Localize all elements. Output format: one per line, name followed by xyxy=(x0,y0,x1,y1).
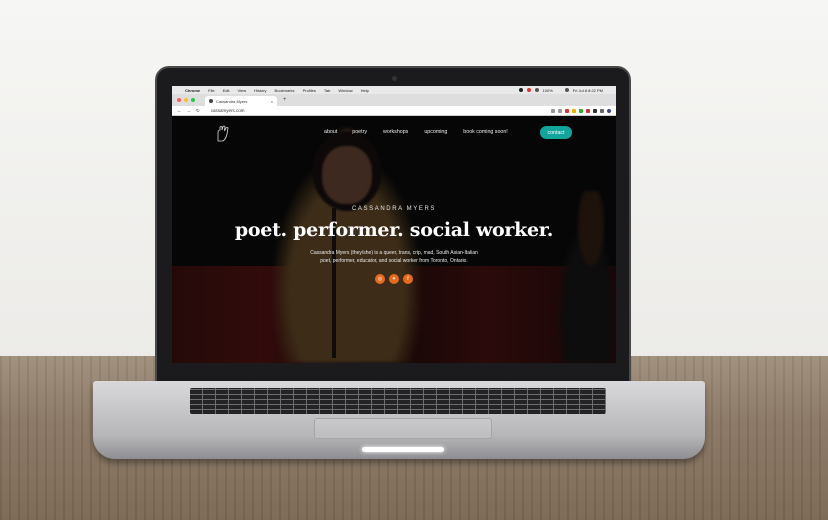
hero-bio: Cassandra Myers (they/she) is a queer, t… xyxy=(310,250,478,265)
menu-view[interactable]: View xyxy=(237,88,246,93)
close-tab-icon[interactable]: × xyxy=(271,99,273,104)
menu-bookmarks[interactable]: Bookmarks xyxy=(275,88,295,93)
menu-profiles[interactable]: Profiles xyxy=(303,88,316,93)
social-links: ◎ ✦ f xyxy=(172,273,616,284)
forward-icon[interactable]: → xyxy=(187,108,192,113)
browser-tab[interactable]: Cassandra Myers × xyxy=(205,96,277,106)
status-icons: 100% Fri Jul 8 8:22 PM xyxy=(518,87,611,93)
status-icon[interactable] xyxy=(526,88,531,92)
webcam xyxy=(392,76,397,81)
mac-menu-bar: Chrome File Edit View History Bookmarks … xyxy=(172,86,616,94)
menu-help[interactable]: Help xyxy=(361,88,369,93)
laptop-trackpad xyxy=(314,418,492,439)
extension-icon[interactable] xyxy=(579,108,583,113)
close-window-icon[interactable] xyxy=(177,98,181,102)
reload-icon[interactable]: ↻ xyxy=(196,108,200,114)
instagram-icon[interactable]: ◎ xyxy=(375,273,385,284)
extension-icon[interactable] xyxy=(593,108,597,113)
nav-poetry[interactable]: poetry xyxy=(352,129,367,135)
back-icon[interactable]: ← xyxy=(177,108,182,113)
window-controls xyxy=(177,98,195,102)
menu-edit[interactable]: Edit xyxy=(223,88,230,93)
tab-title: Cassandra Myers xyxy=(216,98,248,104)
nav-about[interactable]: about xyxy=(324,129,337,135)
menu-file[interactable]: File xyxy=(208,88,214,93)
extension-icon[interactable] xyxy=(586,108,590,113)
extension-icon[interactable] xyxy=(572,108,576,113)
menu-tab[interactable]: Tab xyxy=(324,88,330,93)
twitter-icon[interactable]: ✦ xyxy=(389,273,399,284)
site-logo-icon[interactable] xyxy=(216,125,230,142)
new-tab-button[interactable]: + xyxy=(283,97,287,103)
menu-history[interactable]: History xyxy=(254,88,266,93)
menu-window[interactable]: Window xyxy=(338,88,352,93)
laptop-keyboard xyxy=(190,388,606,414)
clock[interactable]: Fri Jul 8 8:22 PM xyxy=(573,88,603,93)
browser-tab-bar: Cassandra Myers × + xyxy=(172,94,616,106)
bookmark-star-icon[interactable] xyxy=(558,108,562,113)
extension-icon[interactable] xyxy=(565,108,569,113)
minimize-window-icon[interactable] xyxy=(184,98,188,102)
hero-eyebrow: CASSANDRA MYERS xyxy=(351,206,436,212)
hero-section: CASSANDRA MYERS poet. performer. social … xyxy=(172,206,616,284)
extension-icons xyxy=(551,108,611,113)
nav-workshops[interactable]: workshops xyxy=(383,129,408,135)
contact-button[interactable]: contact xyxy=(540,126,572,139)
hinge-reflection xyxy=(362,447,444,452)
nav-book[interactable]: book coming soon! xyxy=(463,129,507,135)
status-icon[interactable] xyxy=(534,88,539,92)
website-page: about poetry workshops upcoming book com… xyxy=(172,116,616,363)
hero-headline: poet. performer. social worker. xyxy=(234,219,554,241)
status-icon[interactable] xyxy=(518,88,523,92)
share-icon[interactable] xyxy=(551,108,555,113)
facebook-icon[interactable]: f xyxy=(403,273,413,284)
extensions-puzzle-icon[interactable] xyxy=(600,108,604,113)
laptop-screen: Chrome File Edit View History Bookmarks … xyxy=(172,86,616,363)
site-nav: about poetry workshops upcoming book com… xyxy=(172,116,616,148)
nav-upcoming[interactable]: upcoming xyxy=(424,129,447,135)
wifi-icon[interactable] xyxy=(564,88,569,92)
zoom-window-icon[interactable] xyxy=(191,98,195,102)
favicon-icon xyxy=(209,99,213,103)
url-field[interactable]: cassamyers.com xyxy=(211,108,245,113)
profile-avatar-icon[interactable] xyxy=(607,108,611,113)
menu-chrome[interactable]: Chrome xyxy=(185,88,200,93)
address-bar: ← → ↻ cassamyers.com xyxy=(172,106,616,116)
battery-percent: 100% xyxy=(542,87,553,93)
